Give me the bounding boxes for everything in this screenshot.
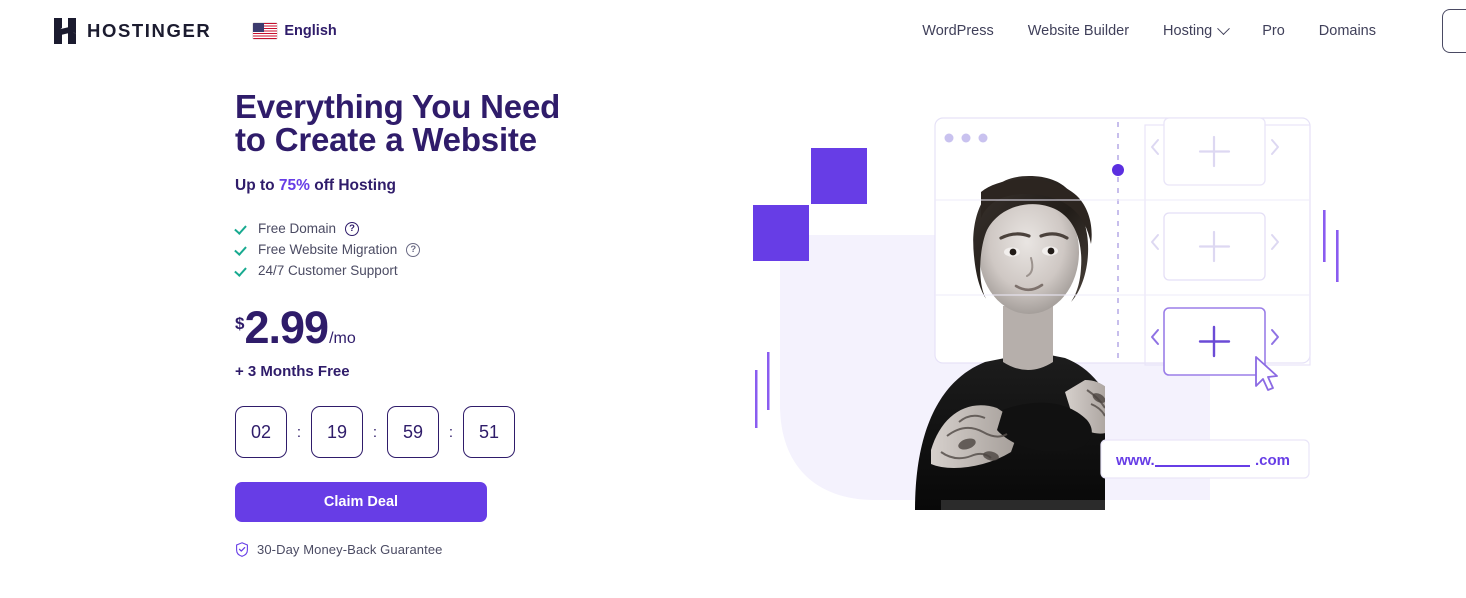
- countdown-separator: :: [448, 423, 454, 441]
- feature-item-support: 24/7 Customer Support: [235, 260, 775, 281]
- check-icon: [235, 243, 248, 256]
- guarantee-label: 30-Day Money-Back Guarantee: [257, 542, 443, 557]
- language-selector[interactable]: English: [253, 23, 337, 39]
- nav-item-website-builder[interactable]: Website Builder: [1028, 23, 1129, 39]
- currency-symbol: $: [235, 314, 245, 333]
- builder-card-2[interactable]: [1151, 212, 1279, 281]
- feature-label: Free Domain: [258, 221, 337, 236]
- browser-dot: [944, 133, 954, 143]
- bonus-months: + 3 Months Free: [235, 363, 350, 380]
- feature-label: Free Website Migration: [258, 242, 398, 257]
- language-label: English: [284, 23, 337, 39]
- countdown-days: 02: [235, 406, 287, 458]
- hero-illustration: www. .com: [735, 80, 1375, 530]
- subhead-prefix: Up to: [235, 177, 279, 194]
- check-icon: [235, 264, 248, 277]
- us-flag-icon: [253, 23, 278, 39]
- purple-square-top: [811, 148, 867, 204]
- nav-item-pro[interactable]: Pro: [1262, 23, 1285, 39]
- hero-page: HOSTINGER English WordPress Website Buil…: [0, 0, 1466, 598]
- check-icon: [235, 222, 248, 235]
- browser-dot: [961, 133, 971, 143]
- illustration-canvas: www. .com: [753, 117, 1339, 510]
- nav-label: Hosting: [1163, 23, 1213, 39]
- accent-line-right: [767, 352, 770, 410]
- countdown-minutes: 59: [387, 406, 439, 458]
- subhead-suffix: off Hosting: [309, 177, 397, 194]
- nav-label: Pro: [1262, 23, 1285, 39]
- hero-subhead: Up to 75% off Hosting: [235, 177, 775, 195]
- price-display: $ 2.99 /mo: [235, 305, 775, 350]
- countdown-separator: :: [372, 423, 378, 441]
- domain-suffix: .com: [1255, 452, 1290, 469]
- domain-prefix: www.: [1115, 452, 1155, 469]
- countdown-separator: :: [296, 423, 302, 441]
- brand-logo[interactable]: HOSTINGER: [54, 18, 211, 44]
- countdown-timer: 02 : 19 : 59 : 51: [235, 406, 775, 458]
- edge-cta-button[interactable]: [1442, 9, 1466, 53]
- main-nav: WordPress Website Builder Hosting Pro Do…: [922, 9, 1466, 53]
- builder-card-1[interactable]: [1151, 117, 1279, 186]
- purple-square-bottom: [753, 205, 809, 261]
- nav-label: Domains: [1318, 23, 1376, 39]
- price-period: /mo: [329, 330, 356, 347]
- feature-item-free-migration: Free Website Migration ?: [235, 239, 775, 260]
- guide-handle-dot: [1112, 164, 1124, 176]
- question-circle-icon[interactable]: ?: [406, 242, 421, 257]
- feature-list: Free Domain ? Free Website Migration ? 2…: [235, 218, 775, 281]
- money-back-guarantee: 30-Day Money-Back Guarantee: [235, 542, 775, 557]
- brand-name: HOSTINGER: [87, 20, 212, 41]
- countdown-seconds: 51: [463, 406, 515, 458]
- price-amount: 2.99: [244, 302, 329, 353]
- browser-dot: [978, 133, 988, 143]
- hero-content: Everything You Need to Create a Website …: [235, 90, 775, 557]
- feature-item-free-domain: Free Domain ?: [235, 218, 775, 239]
- chevron-down-icon: [1217, 21, 1231, 35]
- accent-bar-b: [1336, 230, 1339, 282]
- hostinger-h-logo-icon: [54, 18, 76, 44]
- question-circle-icon[interactable]: ?: [345, 221, 360, 236]
- accent-bar-a: [1323, 210, 1326, 262]
- discount-percent: 75%: [278, 177, 310, 194]
- feature-label: 24/7 Customer Support: [258, 263, 398, 278]
- nav-item-domains[interactable]: Domains: [1319, 23, 1376, 39]
- nav-item-hosting[interactable]: Hosting: [1163, 21, 1231, 39]
- site-header: HOSTINGER English WordPress Website Buil…: [0, 0, 1466, 62]
- nav-label: Website Builder: [1027, 23, 1130, 39]
- shield-check-icon: [236, 542, 248, 557]
- page-title: Everything You Need to Create a Website: [235, 88, 561, 158]
- nav-item-wordpress[interactable]: WordPress: [922, 23, 993, 39]
- domain-input-bar[interactable]: www. .com: [1100, 439, 1310, 479]
- countdown-hours: 19: [311, 406, 363, 458]
- accent-line-left: [755, 370, 758, 428]
- claim-deal-button[interactable]: Claim Deal: [235, 482, 487, 522]
- nav-label: WordPress: [922, 23, 994, 39]
